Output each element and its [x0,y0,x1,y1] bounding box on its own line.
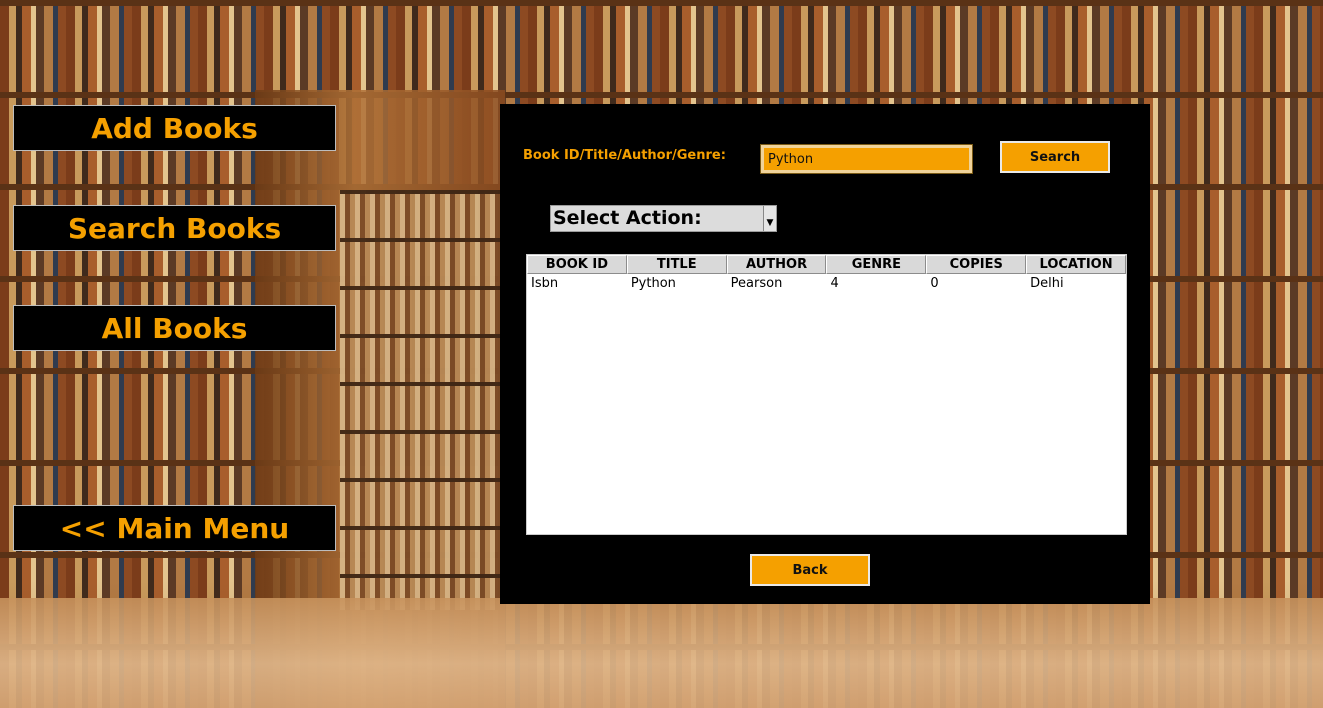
action-select-label: Select Action: [553,207,702,229]
column-header-genre[interactable]: GENRE [826,255,927,274]
cell-location: Delhi [1030,276,1064,291]
search-button[interactable]: Search [1000,141,1110,173]
column-header-author[interactable]: AUTHOR [726,255,827,274]
column-header-copies[interactable]: COPIES [926,255,1027,274]
background-shelves [340,190,500,610]
add-books-button[interactable]: Add Books [13,105,336,151]
column-header-location[interactable]: LOCATION [1026,255,1126,274]
background-floor [0,598,1323,708]
cell-book-id: Isbn [531,276,559,291]
cell-title: Python [630,276,676,291]
search-panel: Book ID/Title/Author/Genre: Search Selec… [500,104,1150,604]
all-books-button[interactable]: All Books [13,305,336,351]
cell-author: Pearson [730,276,783,291]
search-books-button[interactable]: Search Books [13,205,336,251]
column-header-title[interactable]: TITLE [626,255,727,274]
back-button[interactable]: Back [750,554,870,586]
action-select[interactable]: Select Action: ▼ [550,205,777,232]
chevron-down-icon[interactable]: ▼ [763,206,776,231]
main-menu-button[interactable]: << Main Menu [13,505,336,551]
table-row[interactable]: Isbn Python Pearson 4 0 Delhi [527,274,1126,293]
cell-genre: 4 [830,276,839,291]
table-header: BOOK ID TITLE AUTHOR GENRE COPIES LOCATI… [527,255,1126,274]
results-table: BOOK ID TITLE AUTHOR GENRE COPIES LOCATI… [526,254,1127,535]
cell-copies: 0 [930,276,939,291]
search-input[interactable] [760,144,973,174]
column-header-book-id[interactable]: BOOK ID [527,255,627,274]
search-label: Book ID/Title/Author/Genre: [523,148,726,163]
